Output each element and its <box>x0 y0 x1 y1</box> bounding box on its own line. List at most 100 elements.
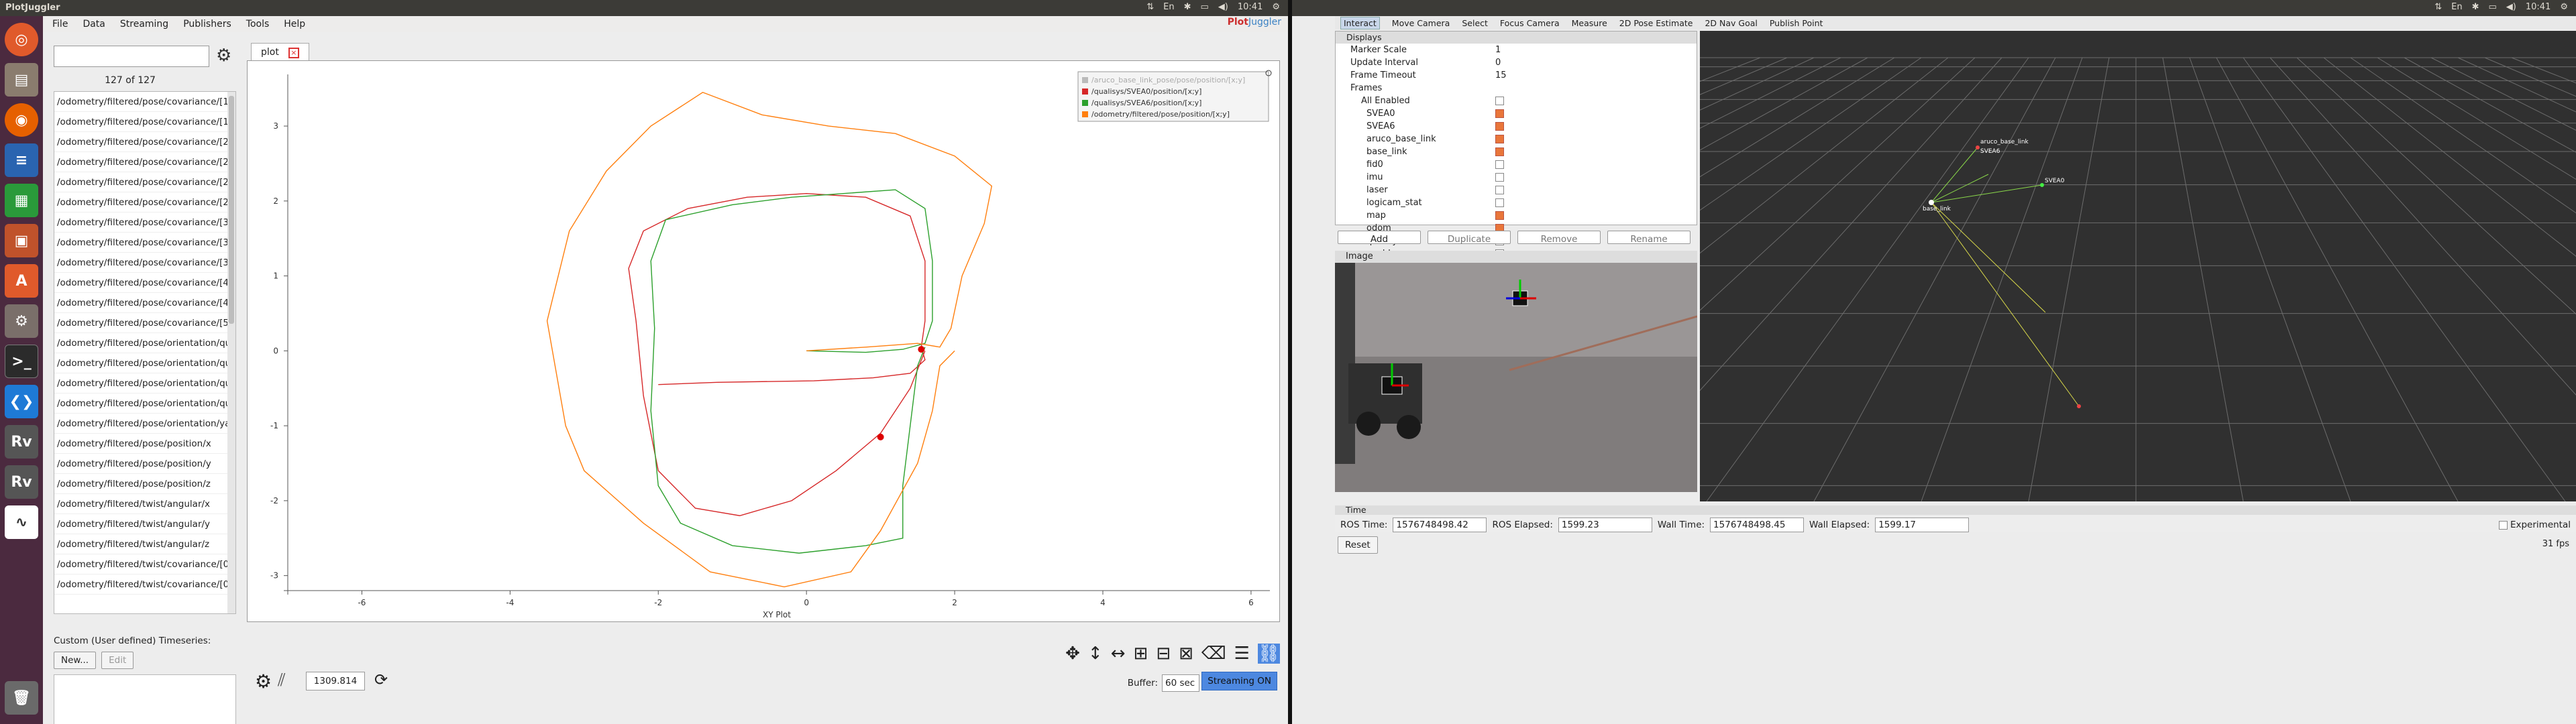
ubuntu-logo-icon[interactable]: ◎ <box>5 23 38 56</box>
timeseries-item[interactable]: /odometry/filtered/pose/covariance/[2,5] <box>54 192 235 213</box>
software-center-icon[interactable]: A <box>5 264 38 298</box>
3d-view[interactable]: aruco_base_link SVEA0 SVEA6 base_link <box>1700 31 2576 501</box>
duplicate-display-button[interactable]: Duplicate <box>1428 231 1511 245</box>
timeseries-item[interactable]: /odometry/filtered/pose/position/x <box>54 434 235 454</box>
frame-checkbox[interactable] <box>1495 147 1504 156</box>
frame-item[interactable]: SVEA6 <box>1336 120 1697 133</box>
xy-plot-canvas[interactable]: -6 -4 -2 0 2 4 6 -3 -2 -1 0 1 2 3 XY Plot/aruco_base_l… <box>247 60 1280 622</box>
timeseries-item[interactable]: /odometry/filtered/pose/covariance/[2,4] <box>54 172 235 192</box>
legend-icon[interactable]: ☰ <box>1234 644 1250 664</box>
wall-time-field[interactable]: 1576748498.45 <box>1710 518 1805 532</box>
display-property[interactable]: Frame Timeout 15 <box>1336 69 1697 82</box>
power-gear-icon[interactable]: ⚙ <box>1272 2 1280 12</box>
timeseries-item[interactable]: /odometry/filtered/pose/orientation/quat… <box>54 333 235 353</box>
frame-item[interactable]: laser <box>1336 184 1697 196</box>
list-scrollbar[interactable] <box>227 92 235 613</box>
wall-elapsed-field[interactable]: 1599.17 <box>1875 518 1970 532</box>
frame-item[interactable]: aruco_base_link <box>1336 133 1697 145</box>
timeseries-item[interactable]: /odometry/filtered/twist/angular/x <box>54 494 235 514</box>
trash-icon[interactable]: 🗑 <box>5 681 38 715</box>
menu-publishers[interactable]: Publishers <box>183 19 231 29</box>
battery-icon[interactable]: ▭ <box>2489 2 2497 12</box>
clock[interactable]: 10:41 <box>1238 2 1263 12</box>
timeseries-item[interactable]: /odometry/filtered/twist/covariance/[0,1… <box>54 575 235 595</box>
frame-checkbox[interactable] <box>1495 186 1504 194</box>
bluetooth-icon[interactable]: ✱ <box>1184 2 1191 12</box>
tool-measure[interactable]: Measure <box>1572 18 1607 28</box>
menu-streaming[interactable]: Streaming <box>120 19 168 29</box>
network-icon[interactable]: ⇅ <box>2434 2 2442 12</box>
link-icon[interactable]: ⛓ <box>1257 644 1280 664</box>
files-icon[interactable]: ▤ <box>5 63 38 97</box>
timeseries-item[interactable]: /odometry/filtered/pose/covariance/[3,5] <box>54 253 235 273</box>
frame-checkbox[interactable] <box>1495 211 1504 220</box>
frame-item[interactable]: imu <box>1336 171 1697 184</box>
custom-timeseries-list[interactable] <box>54 674 236 724</box>
network-icon[interactable]: ⇅ <box>1146 2 1154 12</box>
timeseries-item[interactable]: /odometry/filtered/pose/position/z <box>54 474 235 494</box>
timeseries-filter-input[interactable] <box>54 46 209 67</box>
frame-checkbox[interactable] <box>1495 173 1504 182</box>
clock[interactable]: 10:41 <box>2526 2 2551 12</box>
menu-help[interactable]: Help <box>284 19 305 29</box>
ros-elapsed-field[interactable]: 1599.23 <box>1558 518 1652 532</box>
split-horizontal-icon[interactable]: ⊞ <box>1134 644 1148 664</box>
display-property[interactable]: Frames <box>1336 82 1697 95</box>
xy-plot[interactable]: -6 -4 -2 0 2 4 6 -3 -2 -1 0 1 2 3 XY Plot/aruco_base_l… <box>248 61 1279 621</box>
frame-checkbox[interactable] <box>1495 135 1504 143</box>
menu-file[interactable]: File <box>52 19 68 29</box>
timeseries-item[interactable]: /odometry/filtered/pose/orientation/yaw_… <box>54 414 235 434</box>
buffer-spinbox[interactable]: 60 sec <box>1162 674 1199 692</box>
menu-data[interactable]: Data <box>83 19 105 29</box>
timeseries-item[interactable]: /odometry/filtered/pose/covariance/[2,3] <box>54 152 235 172</box>
timeseries-item[interactable]: /odometry/filtered/twist/angular/z <box>54 534 235 554</box>
frame-item[interactable]: base_link <box>1336 145 1697 158</box>
rename-display-button[interactable]: Rename <box>1607 231 1690 245</box>
frame-checkbox[interactable] <box>1495 109 1504 118</box>
display-property[interactable]: Marker Scale 1 <box>1336 44 1697 56</box>
tool-2d-pose-estimate[interactable]: 2D Pose Estimate <box>1619 18 1693 28</box>
frame-checkbox[interactable] <box>1495 97 1504 105</box>
tool-2d-nav-goal[interactable]: 2D Nav Goal <box>1705 18 1757 28</box>
timeseries-item[interactable]: /odometry/filtered/pose/covariance/[4,5] <box>54 293 235 313</box>
filter-settings-gear-icon[interactable]: ⚙ <box>216 46 231 66</box>
frame-item[interactable]: SVEA0 <box>1336 107 1697 120</box>
close-tab-icon[interactable]: × <box>288 48 299 58</box>
timeseries-item[interactable]: /odometry/filtered/pose/orientation/quat… <box>54 373 235 394</box>
rviz-icon-1[interactable]: Rv <box>5 425 38 459</box>
frame-checkbox[interactable] <box>1495 198 1504 207</box>
streaming-toggle-button[interactable]: Streaming ON <box>1201 672 1277 690</box>
time-value-input[interactable]: 1309.814 <box>306 672 365 690</box>
timeseries-item[interactable]: /odometry/filtered/pose/position/y <box>54 454 235 474</box>
reset-button[interactable]: Reset <box>1338 536 1378 554</box>
timeseries-item[interactable]: /odometry/filtered/pose/covariance/[3,4] <box>54 233 235 253</box>
settings-icon[interactable]: ⚙ <box>5 304 38 338</box>
tool-publish-point[interactable]: Publish Point <box>1770 18 1823 28</box>
writer-icon[interactable]: ≡ <box>5 143 38 177</box>
settings-gear-icon[interactable]: ⚙ <box>255 670 272 692</box>
timeseries-item[interactable]: /odometry/filtered/twist/angular/y <box>54 514 235 534</box>
timeline-icon[interactable]: ⫽ <box>278 670 286 691</box>
refresh-icon[interactable]: ⟳ <box>374 670 388 689</box>
remove-display-button[interactable]: Remove <box>1517 231 1601 245</box>
displays-tree[interactable]: Marker Scale 1 Update Interval 0 Frame Timeo… <box>1336 44 1697 286</box>
clear-icon[interactable]: ⌫ <box>1201 644 1226 664</box>
menu-tools[interactable]: Tools <box>246 19 270 29</box>
keyboard-layout-icon[interactable]: En <box>2451 2 2462 12</box>
impress-icon[interactable]: ▣ <box>5 224 38 257</box>
pan-icon[interactable]: ✥ <box>1065 644 1080 664</box>
split-vertical-icon[interactable]: ⊟ <box>1156 644 1171 664</box>
timeseries-item[interactable]: /odometry/filtered/pose/orientation/quat… <box>54 394 235 414</box>
battery-icon[interactable]: ▭ <box>1201 2 1209 12</box>
timeseries-item[interactable]: /odometry/filtered/pose/covariance/[4,4] <box>54 273 235 293</box>
firefox-icon[interactable]: ◉ <box>5 103 38 137</box>
frame-item[interactable]: fid0 <box>1336 158 1697 171</box>
zoom-vertical-icon[interactable]: ↕ <box>1088 644 1103 664</box>
grid-icon[interactable]: ⊠ <box>1179 644 1193 664</box>
vscode-icon[interactable]: ❮❯ <box>5 385 38 418</box>
frame-item[interactable]: map <box>1336 209 1697 222</box>
timeseries-item[interactable]: /odometry/filtered/pose/covariance/[2,2] <box>54 132 235 152</box>
add-display-button[interactable]: Add <box>1338 231 1421 245</box>
frame-item[interactable]: logicam_stat <box>1336 196 1697 209</box>
timeseries-item[interactable]: /odometry/filtered/pose/covariance/[1,5] <box>54 112 235 132</box>
